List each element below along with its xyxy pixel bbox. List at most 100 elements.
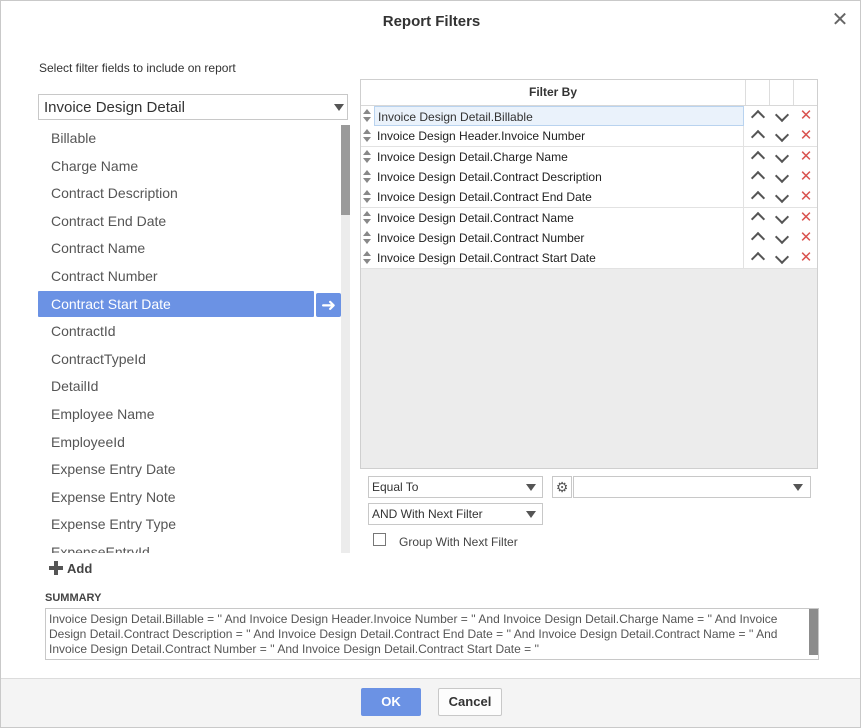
field-list-item[interactable]: Expense Entry Type (38, 511, 314, 537)
filter-field-name: Invoice Design Detail.Billable (374, 106, 744, 126)
delete-icon[interactable]: ✕ (794, 147, 818, 167)
drag-handle-icon[interactable] (362, 149, 372, 165)
drag-handle-icon[interactable] (362, 108, 372, 124)
filter-by-header: Filter By (528, 85, 577, 99)
drag-handle-icon[interactable] (362, 230, 372, 246)
move-down-icon[interactable] (770, 248, 794, 268)
filter-field-name: Invoice Design Detail.Contract Number (374, 227, 744, 248)
add-button[interactable]: Add (49, 561, 92, 579)
field-list: Billable Charge Name Contract Description C… (38, 125, 342, 553)
chevron-down-icon (526, 511, 536, 518)
move-down-icon[interactable] (770, 106, 794, 126)
delete-icon[interactable]: ✕ (794, 228, 818, 248)
move-down-icon[interactable] (770, 126, 794, 146)
filter-row[interactable]: Invoice Design Detail.Contract Descripti… (361, 166, 818, 188)
report-filters-dialog: Report Filters ✕ Select filter fields to… (0, 0, 861, 728)
add-label: Add (67, 561, 93, 576)
close-icon[interactable]: ✕ (829, 9, 851, 31)
gear-icon[interactable]: ⚙ (552, 476, 572, 498)
field-list-item[interactable]: Billable (38, 125, 314, 151)
filter-row[interactable]: Invoice Design Detail.Contract Start Dat… (361, 248, 818, 270)
filter-row[interactable]: Invoice Design Detail.Charge Name ✕ (361, 146, 818, 168)
drag-handle-icon[interactable] (362, 189, 372, 205)
field-list-item[interactable]: Charge Name (38, 153, 314, 179)
delete-icon[interactable]: ✕ (794, 248, 818, 268)
chevron-down-icon (526, 484, 536, 491)
delete-icon[interactable]: ✕ (794, 187, 818, 207)
move-down-icon[interactable] (770, 147, 794, 167)
filter-row[interactable]: Invoice Design Detail.Contract Name ✕ (361, 207, 818, 229)
field-list-item[interactable]: Contract Description (38, 180, 314, 206)
plus-icon (49, 561, 63, 575)
header-separator (769, 80, 770, 105)
summary-scrollbar[interactable] (809, 609, 818, 655)
dialog-footer (1, 678, 860, 727)
field-list-item[interactable]: Contract Name (38, 235, 314, 261)
dialog-title: Report Filters (382, 13, 481, 30)
group-with-next-label: Group With Next Filter (399, 535, 518, 549)
move-up-icon[interactable] (746, 248, 770, 268)
field-list-item[interactable]: Expense Entry Date (38, 456, 314, 482)
table-select[interactable]: Invoice Design Detail (38, 94, 348, 120)
operator-value: Equal To (372, 480, 419, 494)
move-up-icon[interactable] (746, 126, 770, 146)
header-separator (793, 80, 794, 105)
field-list-item[interactable]: ContractTypeId (38, 346, 314, 372)
field-list-scrollbar[interactable] (341, 125, 350, 215)
move-down-icon[interactable] (770, 167, 794, 187)
filter-field-name: Invoice Design Detail.Contract Descripti… (374, 166, 744, 187)
drag-handle-icon[interactable] (362, 128, 372, 144)
move-down-icon[interactable] (770, 208, 794, 228)
drag-handle-icon[interactable] (362, 169, 372, 185)
field-list-item[interactable]: Employee Name (38, 401, 314, 427)
drag-handle-icon[interactable] (362, 210, 372, 226)
summary-text: Invoice Design Detail.Billable = '' And … (45, 608, 819, 660)
filter-row[interactable]: Invoice Design Detail.Contract Number ✕ (361, 227, 818, 249)
filter-row[interactable]: Invoice Design Detail.Contract End Date ✕ (361, 187, 818, 209)
move-up-icon[interactable] (746, 208, 770, 228)
move-up-icon[interactable] (746, 106, 770, 126)
field-list-item[interactable]: ContractId (38, 318, 314, 344)
header-separator (745, 80, 746, 105)
filter-grid-header: Filter By (361, 80, 817, 106)
drag-handle-icon[interactable] (362, 250, 372, 266)
filter-row[interactable]: Invoice Design Header.Invoice Number ✕ (361, 126, 818, 148)
field-list-item[interactable]: ExpenseEntryId (38, 539, 314, 553)
field-list-item[interactable]: Expense Entry Note (38, 484, 314, 510)
delete-icon[interactable]: ✕ (794, 167, 818, 187)
ok-button[interactable]: OK (361, 688, 421, 716)
filter-field-name: Invoice Design Detail.Charge Name (374, 146, 744, 167)
move-down-icon[interactable] (770, 228, 794, 248)
move-up-icon[interactable] (746, 228, 770, 248)
summary-label: SUMMARY (45, 592, 102, 604)
conjunction-value: AND With Next Filter (372, 507, 483, 521)
table-select-value: Invoice Design Detail (44, 99, 185, 116)
filter-row[interactable]: Invoice Design Detail.Billable ✕ (361, 106, 817, 127)
field-list-item[interactable]: Contract Start Date (38, 290, 314, 317)
add-field-arrow-button[interactable]: ➜ (316, 293, 341, 317)
cancel-button[interactable]: Cancel (438, 688, 502, 716)
group-with-next-checkbox[interactable] (373, 533, 386, 546)
chevron-down-icon (793, 484, 803, 491)
move-up-icon[interactable] (746, 167, 770, 187)
delete-icon[interactable]: ✕ (794, 126, 818, 146)
field-list-item[interactable]: Contract Number (38, 263, 314, 289)
filter-field-name: Invoice Design Header.Invoice Number (374, 126, 744, 147)
filter-field-name: Invoice Design Detail.Contract Start Dat… (374, 248, 744, 269)
filter-field-name: Invoice Design Detail.Contract End Date (374, 187, 744, 208)
filter-grid: Filter By Invoice Design Detail.Billable… (360, 79, 818, 469)
filter-value-select[interactable] (573, 476, 811, 498)
filter-field-name: Invoice Design Detail.Contract Name (374, 207, 744, 228)
field-list-item[interactable]: Contract End Date (38, 208, 314, 234)
move-down-icon[interactable] (770, 187, 794, 207)
move-up-icon[interactable] (746, 147, 770, 167)
delete-icon[interactable]: ✕ (794, 106, 818, 126)
chevron-down-icon (334, 104, 344, 111)
field-list-item[interactable]: DetailId (38, 373, 314, 399)
conjunction-select[interactable]: AND With Next Filter (368, 503, 543, 525)
move-up-icon[interactable] (746, 187, 770, 207)
field-list-item[interactable]: EmployeeId (38, 429, 314, 455)
delete-icon[interactable]: ✕ (794, 208, 818, 228)
operator-select[interactable]: Equal To (368, 476, 543, 498)
instruction-text: Select filter fields to include on repor… (39, 61, 236, 75)
